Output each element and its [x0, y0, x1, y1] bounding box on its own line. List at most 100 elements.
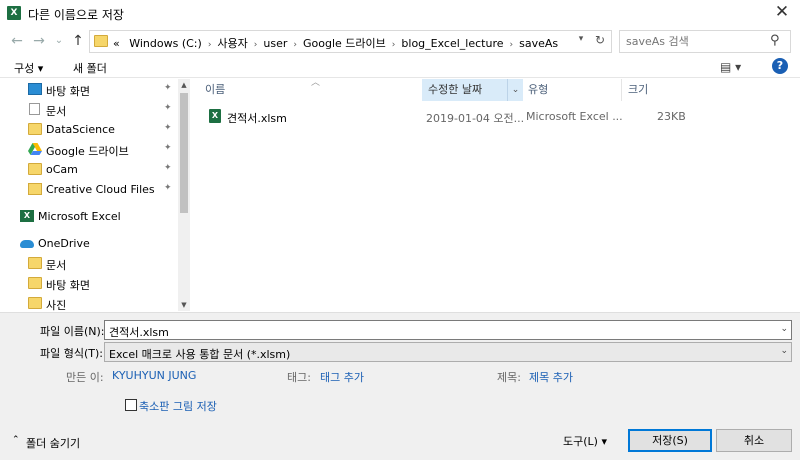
sidebar-item-onedrive-documents[interactable]: 문서: [0, 254, 178, 274]
excel-icon: X: [7, 6, 21, 20]
address-bar[interactable]: « Windows (C:) › 사용자 › user › Google 드라이브 › blog…: [89, 30, 612, 53]
chevron-right-icon: ›: [391, 40, 396, 50]
sidebar-item-label: 바탕 화면: [46, 279, 90, 292]
breadcrumb-item[interactable]: Google 드라이브: [303, 37, 386, 50]
close-button[interactable]: ✕: [764, 0, 800, 26]
column-header-size[interactable]: 크기: [622, 79, 692, 101]
table-row[interactable]: X 견적서.xlsm 2019-01-04 오전... Microsoft Ex…: [201, 107, 791, 127]
file-size: 23KB: [657, 110, 686, 123]
filetype-value: Excel 매크로 사용 통합 문서 (*.xlsm): [109, 348, 291, 361]
cancel-button[interactable]: 취소: [716, 429, 792, 452]
refresh-icon[interactable]: ↻: [592, 33, 608, 47]
chevron-right-icon: ›: [509, 40, 514, 50]
sidebar-item-desktop[interactable]: 바탕 화면 ✦: [0, 80, 178, 100]
scroll-down-icon[interactable]: ▼: [178, 299, 190, 311]
chevron-right-icon: ›: [293, 40, 298, 50]
new-folder-button[interactable]: 새 폴더: [73, 60, 107, 76]
filename-label: 파일 이름(N):: [40, 325, 105, 338]
sidebar-item-label: 바탕 화면: [46, 85, 90, 98]
pin-icon: ✦: [164, 123, 172, 133]
scroll-up-icon[interactable]: ▲: [178, 79, 190, 91]
forward-arrow-icon[interactable]: →: [30, 32, 48, 50]
chevron-right-icon: ›: [253, 40, 258, 50]
sidebar-item-onedrive[interactable]: OneDrive: [0, 234, 178, 254]
chevron-down-icon[interactable]: ▾: [574, 34, 588, 44]
column-header-type[interactable]: 유형: [522, 79, 622, 101]
filetype-label: 파일 형식(T):: [40, 347, 103, 360]
recent-locations-icon[interactable]: ⌄: [50, 32, 68, 50]
back-arrow-icon[interactable]: ←: [8, 32, 26, 50]
breadcrumb-item[interactable]: blog_Excel_lecture: [401, 37, 503, 50]
filetype-select[interactable]: Excel 매크로 사용 통합 문서 (*.xlsm) ⌄: [104, 342, 792, 362]
scroll-thumb[interactable]: [180, 93, 188, 213]
document-icon: [29, 103, 40, 115]
save-button[interactable]: 저장(S): [628, 429, 712, 452]
chevron-down-icon[interactable]: ⌄: [780, 324, 788, 334]
breadcrumb-overflow[interactable]: «: [113, 37, 120, 50]
sidebar-item-label: 문서: [46, 105, 67, 118]
sidebar-item-label: Microsoft Excel: [38, 210, 121, 223]
excel-file-icon: X: [209, 109, 221, 123]
folder-icon: [28, 297, 42, 309]
view-options-icon[interactable]: ▤ ▾: [720, 60, 741, 74]
sidebar-item-onedrive-pictures[interactable]: 사진: [0, 294, 178, 311]
tools-button[interactable]: 도구(L) ▾: [563, 433, 607, 449]
author-value[interactable]: KYUHYUN JUNG: [112, 369, 196, 382]
sidebar-item-documents[interactable]: 문서 ✦: [0, 100, 178, 120]
breadcrumb-item[interactable]: Windows (C:): [129, 37, 202, 50]
pin-icon: ✦: [164, 183, 172, 193]
folder-icon: [28, 277, 42, 289]
metadata-row: 만든 이: KYUHYUN JUNG 태그: 태그 추가 제목: 제목 추가: [0, 369, 800, 385]
save-options-panel: 파일 이름(N): 견적서.xlsm ⌄ 파일 형식(T): Excel 매크로…: [0, 312, 800, 460]
breadcrumb-item[interactable]: user: [263, 37, 287, 50]
organize-button[interactable]: 구성 ▾: [14, 60, 43, 76]
chevron-up-icon[interactable]: ⌃: [12, 435, 20, 445]
save-thumbnail-checkbox[interactable]: [125, 399, 137, 411]
chevron-down-icon[interactable]: ⌄: [507, 79, 523, 101]
search-input[interactable]: [626, 33, 766, 50]
excel-icon: X: [20, 210, 34, 222]
folder-icon: [94, 35, 108, 47]
breadcrumb-item[interactable]: saveAs: [519, 37, 558, 50]
pin-icon: ✦: [164, 83, 172, 93]
sidebar-scrollbar[interactable]: ▲ ▼: [178, 79, 190, 311]
sidebar-item-onedrive-desktop[interactable]: 바탕 화면: [0, 274, 178, 294]
up-arrow-icon[interactable]: ↑: [69, 32, 87, 50]
chevron-down-icon[interactable]: ⌄: [780, 346, 788, 356]
title-label: 제목:: [497, 371, 521, 384]
search-box[interactable]: ⚲: [619, 30, 791, 53]
window-title: 다른 이름으로 저장: [28, 8, 124, 22]
title-value[interactable]: 제목 추가: [529, 369, 573, 385]
hide-folders-button[interactable]: 폴더 숨기기: [26, 435, 80, 451]
search-icon[interactable]: ⚲: [770, 33, 780, 48]
navigation-bar: ← → ⌄ ↑ « Windows (C:) › 사용자 › user › Google 드…: [0, 26, 800, 56]
sidebar-item-creative-cloud[interactable]: Creative Cloud Files ✦: [0, 180, 178, 200]
chevron-right-icon: ›: [207, 40, 212, 50]
sidebar-item-datascience[interactable]: DataScience ✦: [0, 120, 178, 140]
pin-icon: ✦: [164, 143, 172, 153]
sidebar-item-label: oCam: [46, 163, 78, 176]
filename-field[interactable]: 견적서.xlsm ⌄: [104, 320, 792, 340]
column-header-name[interactable]: 이름: [199, 79, 422, 101]
breadcrumb-item[interactable]: 사용자: [217, 37, 247, 50]
filename-value[interactable]: 견적서.xlsm: [109, 324, 169, 340]
folder-icon: [28, 123, 42, 135]
onedrive-icon: [20, 240, 34, 248]
tags-value[interactable]: 태그 추가: [320, 369, 364, 385]
sidebar-item-ocam[interactable]: oCam ✦: [0, 160, 178, 180]
sidebar-item-microsoft-excel[interactable]: X Microsoft Excel: [0, 207, 178, 227]
pin-icon: ✦: [164, 163, 172, 173]
pin-icon: ✦: [164, 103, 172, 113]
desktop-icon: [28, 83, 42, 95]
folder-icon: [28, 257, 42, 269]
file-name: 견적서.xlsm: [227, 112, 287, 125]
toolbar: 구성 ▾ 새 폴더 ▤ ▾ ?: [0, 57, 800, 78]
sidebar-item-label: Creative Cloud Files: [46, 183, 155, 196]
save-thumbnail-label[interactable]: 축소판 그림 저장: [139, 398, 217, 414]
file-type: Microsoft Excel ...: [526, 110, 623, 123]
help-icon[interactable]: ?: [772, 58, 788, 74]
sidebar-item-label: OneDrive: [38, 237, 90, 250]
sidebar-item-google-drive[interactable]: Google 드라이브 ✦: [0, 140, 178, 160]
sidebar-item-label: 사진: [46, 299, 67, 311]
file-list: ︿ 이름 수정한 날짜 ⌄ 유형 크기 X 견적서.xlsm 2019-01-0…: [191, 78, 800, 311]
